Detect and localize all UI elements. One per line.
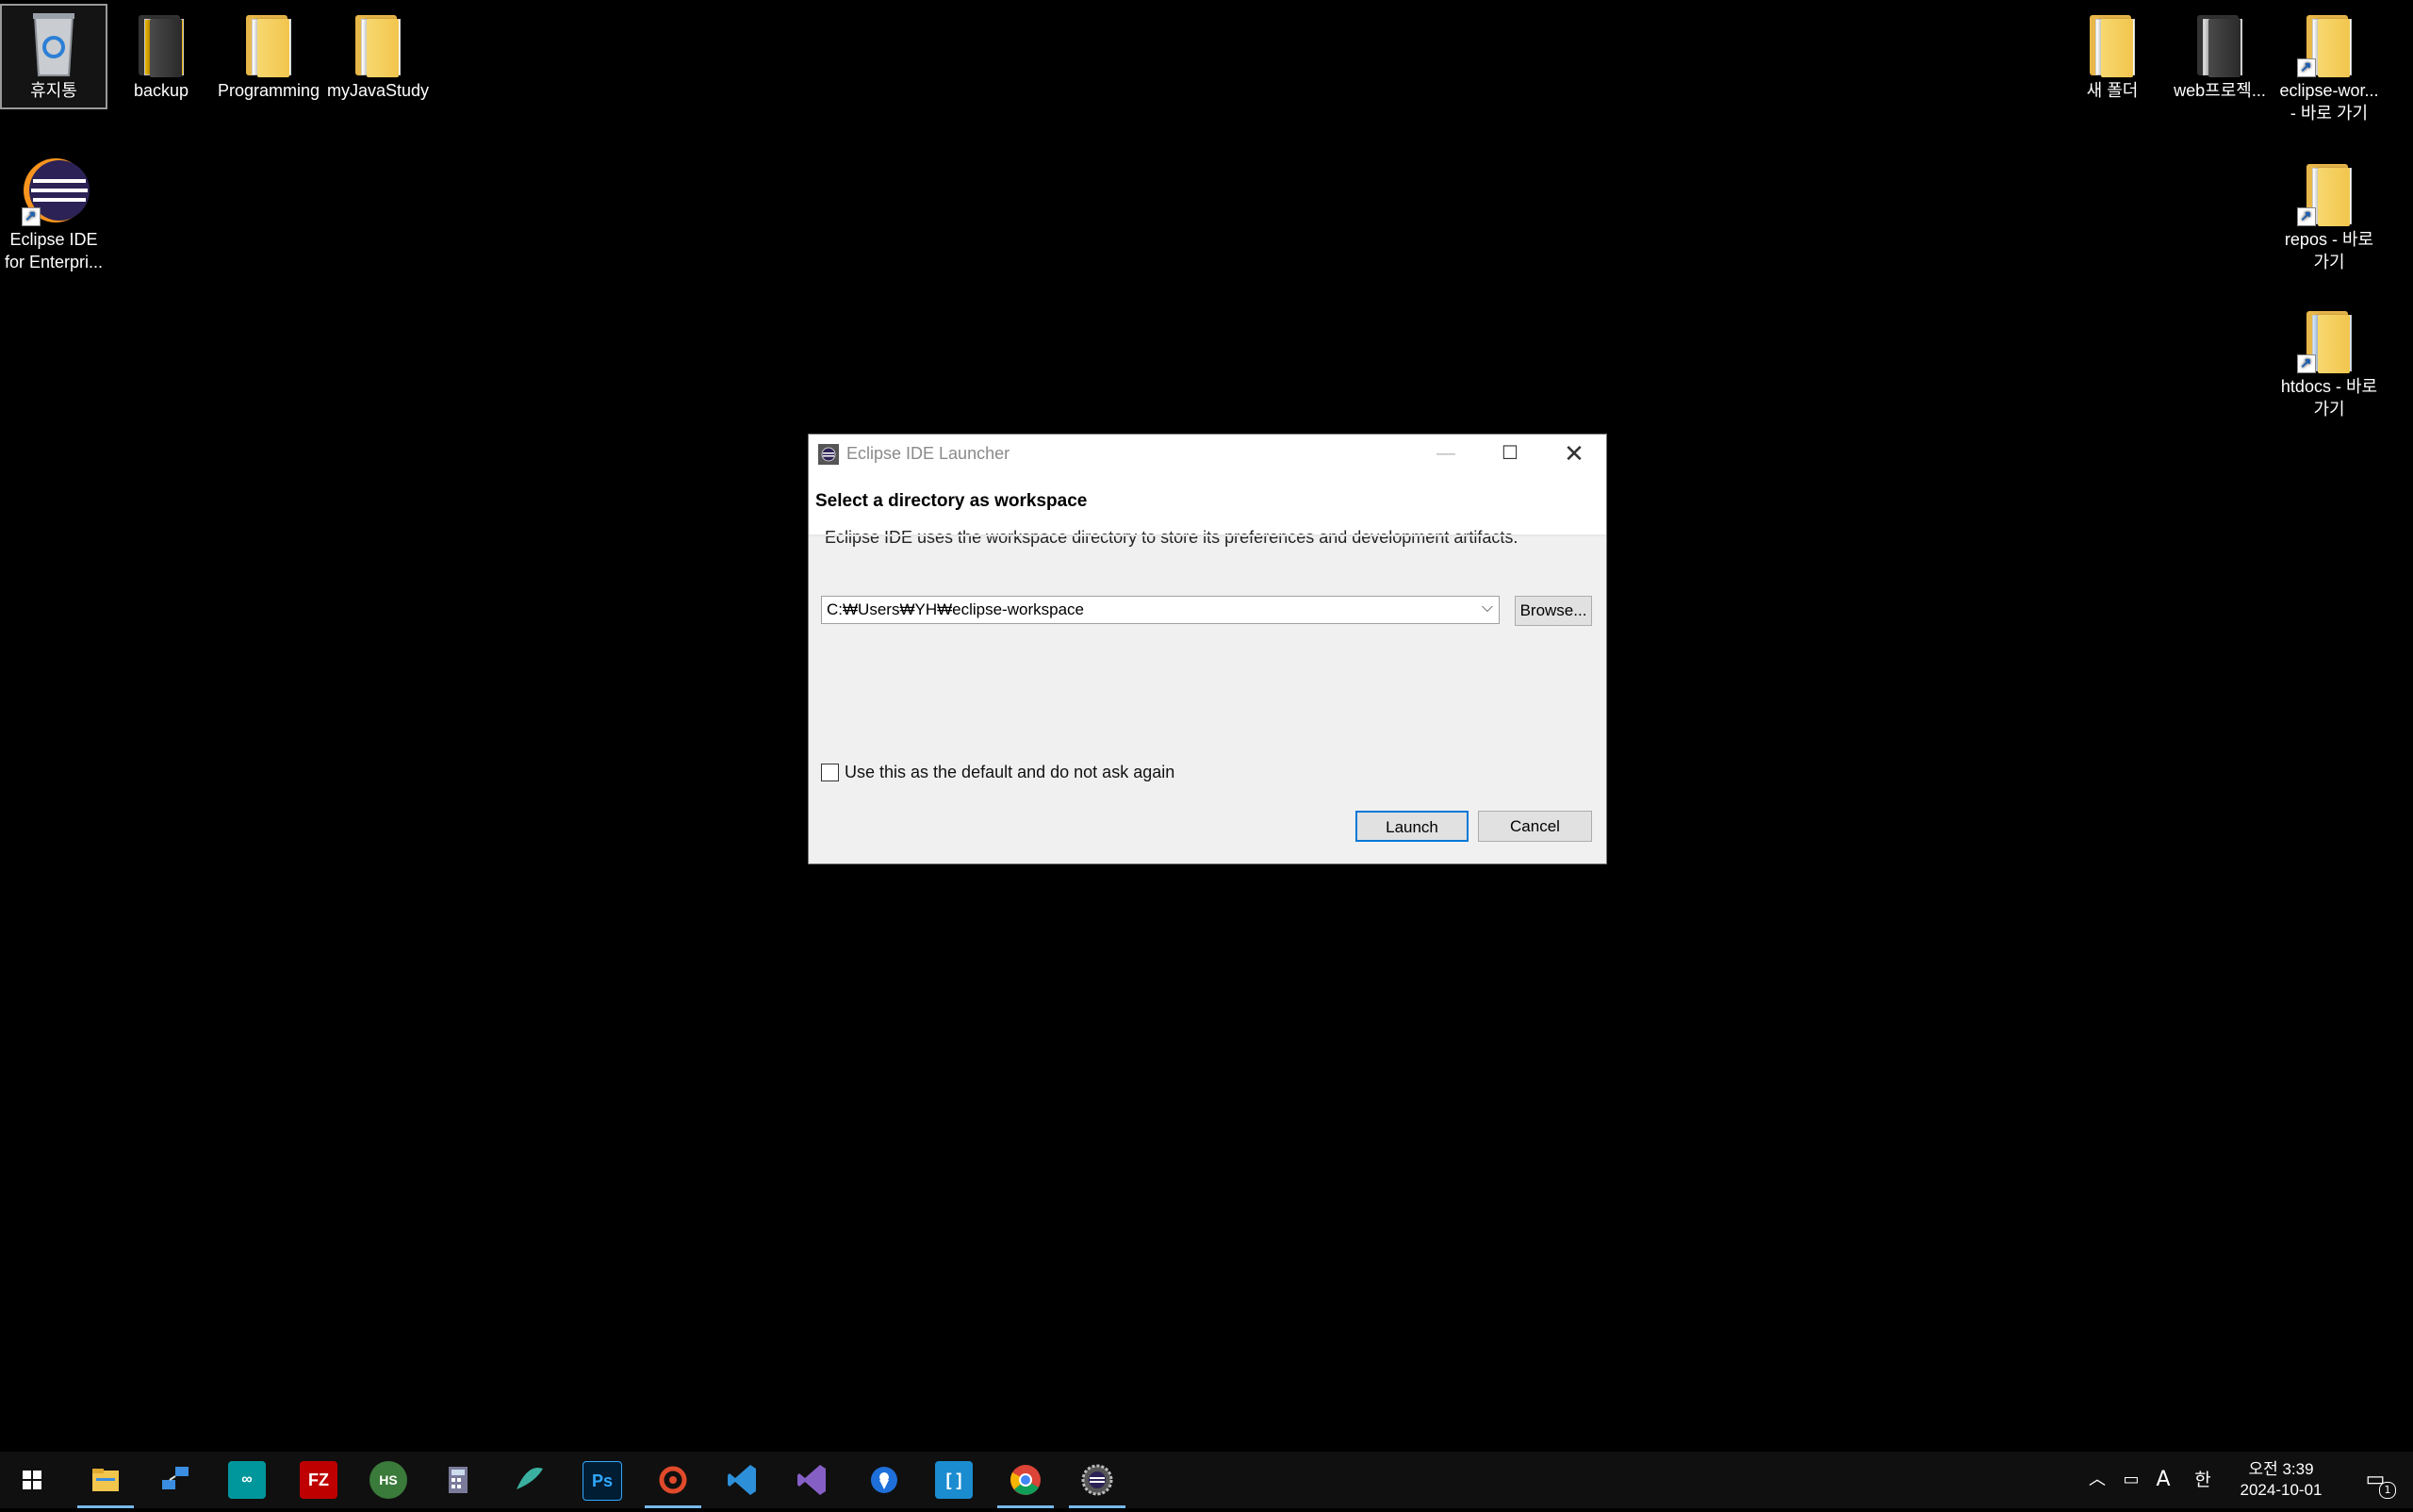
hs-icon[interactable]: HS <box>369 1461 407 1499</box>
eclipse-workspace-folder-icon <box>2293 6 2365 79</box>
dialog-heading: Select a directory as workspace <box>815 491 1088 511</box>
repos-folder-icon <box>2293 155 2365 228</box>
dialog-titlebar[interactable]: Eclipse IDE Launcher — ☐ ✕ <box>809 435 1606 472</box>
new-folder-icon <box>2076 6 2148 77</box>
web-project-folder-icon <box>2184 6 2256 77</box>
dialog-header: Select a directory as workspace Eclipse … <box>809 472 1606 547</box>
maximize-icon[interactable]: ☐ <box>1478 435 1542 472</box>
header-divider <box>809 534 1606 536</box>
eclipse-app-icon <box>18 155 90 228</box>
bracket-icon[interactable]: [ ] <box>935 1461 973 1499</box>
clock-date: 2024-10-01 <box>2240 1481 2323 1499</box>
shortcut-arrow-icon <box>2297 205 2316 228</box>
backup-folder-icon <box>125 6 197 77</box>
eclipse-title-icon <box>818 444 839 465</box>
filezilla-icon[interactable]: FZ <box>300 1461 337 1499</box>
shortcut-arrow-icon <box>22 205 41 228</box>
eclipse-icon[interactable] <box>1078 1461 1116 1499</box>
workspace-combo[interactable]: C:₩Users₩YH₩eclipse-workspace ⌵ <box>821 596 1500 624</box>
myjavastudy-label: myJavaStudy <box>326 81 430 100</box>
file-explorer-icon[interactable] <box>87 1461 124 1499</box>
cancel-button[interactable]: Cancel <box>1478 811 1592 842</box>
vscode-icon[interactable] <box>724 1461 762 1499</box>
fish-icon[interactable] <box>511 1461 549 1499</box>
photoshop-icon[interactable]: Ps <box>583 1461 622 1501</box>
visual-studio-icon[interactable] <box>794 1461 831 1499</box>
web-project-label: web프로젝... <box>2174 81 2266 100</box>
desktop-icon-web-project[interactable]: web프로젝... <box>2168 6 2272 102</box>
repos-label-line1: repos - 바로 <box>2284 230 2374 249</box>
programming-folder-icon <box>233 6 304 77</box>
network-icon[interactable] <box>156 1461 194 1499</box>
dialog-window-title: Eclipse IDE Launcher <box>846 444 1010 463</box>
battery-icon[interactable]: ▭ <box>2117 1452 2145 1508</box>
notification-icon[interactable]: ▭ <box>2356 1452 2394 1508</box>
eclipse-workspace-label-line2: - 바로 가기 <box>2290 104 2369 123</box>
desktop-icon-eclipse-workspace[interactable]: eclipse-wor... - 바로 가기 <box>2277 6 2381 124</box>
clock[interactable]: 오전 3:39 2024-10-01 <box>2215 1459 2347 1501</box>
shortcut-arrow-icon <box>2297 353 2316 375</box>
ime-mode-indicator[interactable]: A <box>2149 1452 2177 1508</box>
start-icon[interactable] <box>13 1461 51 1499</box>
chrome-icon[interactable] <box>1007 1461 1044 1499</box>
arduino-icon[interactable]: ∞ <box>228 1461 266 1499</box>
desktop-icon-recycle-bin[interactable]: 휴지통 <box>0 4 107 109</box>
desktop-icon-programming[interactable]: Programming <box>217 6 320 102</box>
programming-label: Programming <box>217 81 320 100</box>
clock-time: 오전 3:39 <box>2248 1460 2314 1478</box>
desktop-icon-htdocs[interactable]: htdocs - 바로 가기 <box>2277 302 2381 420</box>
desktop-icon-eclipse-ide[interactable]: Eclipse IDE for Enterpri... <box>2 155 106 273</box>
htdocs-label-line2: 가기 <box>2313 400 2345 419</box>
default-workspace-checkbox[interactable] <box>821 764 839 781</box>
chevron-down-icon[interactable]: ⌵ <box>1482 600 1493 616</box>
maps-icon[interactable] <box>865 1461 903 1499</box>
browse-button[interactable]: Browse... <box>1515 596 1592 626</box>
calculator-icon[interactable] <box>439 1461 477 1499</box>
swirl-icon[interactable] <box>654 1461 692 1499</box>
dialog-description: Eclipse IDE uses the workspace directory… <box>825 528 1518 547</box>
minimize-icon[interactable]: — <box>1414 435 1478 472</box>
backup-label: backup <box>133 81 189 100</box>
shortcut-arrow-icon <box>2297 57 2316 79</box>
default-workspace-checkbox-label[interactable]: Use this as the default and do not ask a… <box>845 763 1174 782</box>
launch-button[interactable]: Launch <box>1355 811 1469 842</box>
language-indicator[interactable]: 한 <box>2189 1452 2217 1508</box>
workspace-path-value[interactable]: C:₩Users₩YH₩eclipse-workspace <box>827 600 1084 619</box>
recycle-bin-icon <box>18 6 90 77</box>
repos-label-line2: 가기 <box>2313 253 2345 271</box>
eclipse-label-line2: for Enterpri... <box>4 253 104 271</box>
htdocs-folder-icon <box>2293 302 2365 375</box>
recycle-bin-label: 휴지통 <box>30 81 77 100</box>
eclipse-label-line1: Eclipse IDE <box>9 230 98 249</box>
desktop-icon-new-folder[interactable]: 새 폴더 <box>2060 6 2164 102</box>
desktop-icon-backup[interactable]: backup <box>109 6 213 102</box>
new-folder-label: 새 폴더 <box>2086 81 2139 100</box>
desktop-icon-repos[interactable]: repos - 바로 가기 <box>2277 155 2381 273</box>
eclipse-launcher-dialog: Eclipse IDE Launcher — ☐ ✕ Select a dire… <box>808 434 1607 864</box>
taskbar: ∞ FZ HS Ps [ ] ︿ ▭ A 한 오전 3:39 2024-10-0… <box>0 1452 2413 1508</box>
htdocs-label-line1: htdocs - 바로 <box>2280 377 2378 396</box>
notification-count: 1 <box>2379 1482 2396 1499</box>
eclipse-workspace-label-line1: eclipse-wor... <box>2279 81 2379 100</box>
myjavastudy-folder-icon <box>342 6 414 77</box>
desktop-icon-myjavastudy[interactable]: myJavaStudy <box>326 6 430 102</box>
chevron-up-icon[interactable]: ︿ <box>2083 1452 2111 1508</box>
close-icon[interactable]: ✕ <box>1542 435 1606 472</box>
